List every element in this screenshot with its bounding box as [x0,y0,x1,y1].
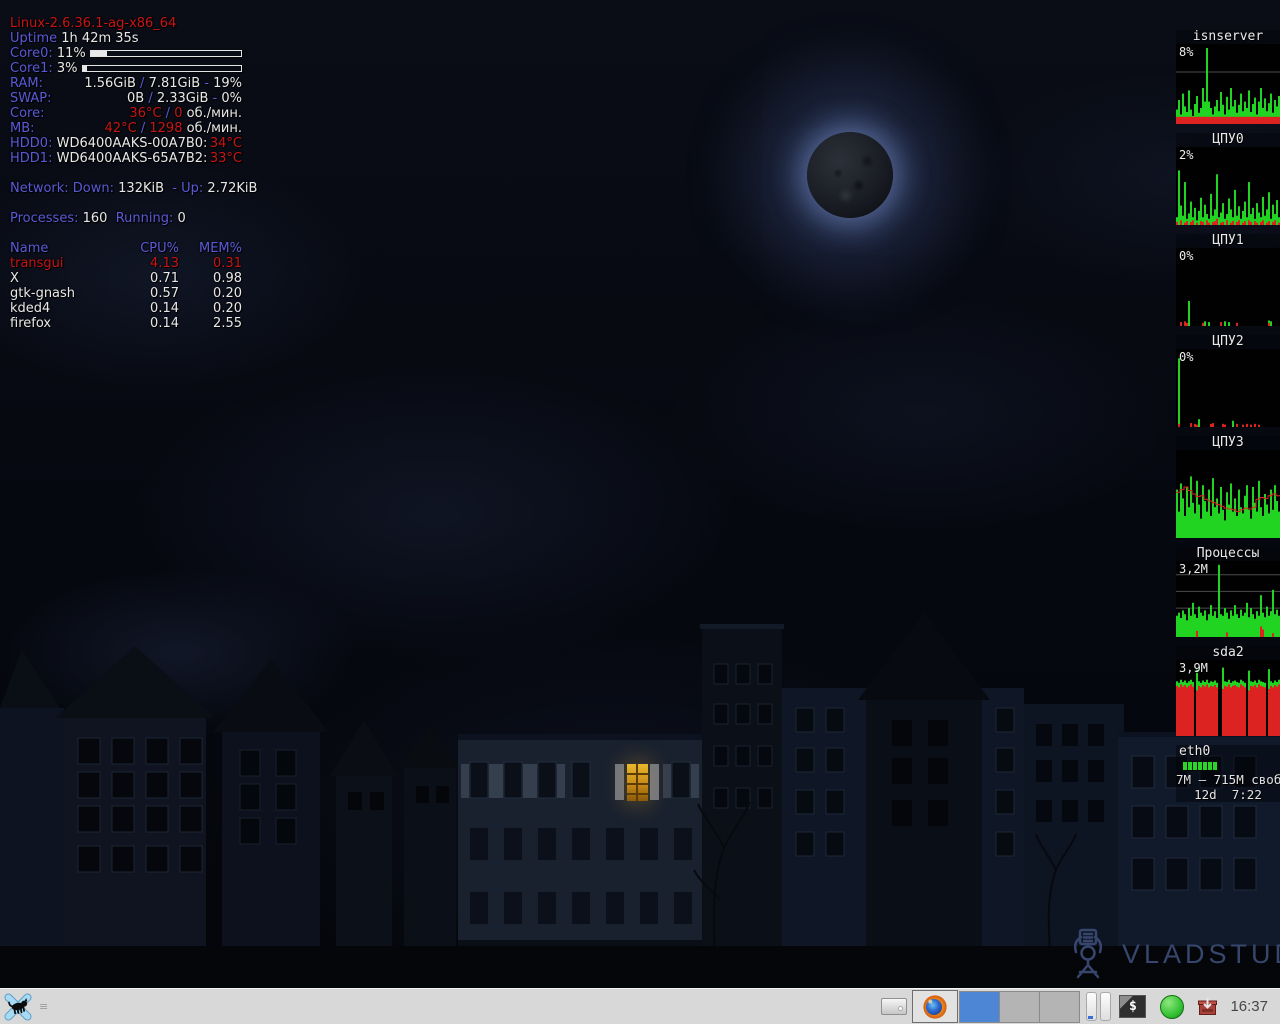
task-button-firefox[interactable] [912,990,958,1023]
x11-beast-icon [4,993,32,1021]
process-row-gtk-gnash: gtk-gnash0.570.20 [10,286,242,301]
chart-graph-cpu2: 0% [1176,349,1280,427]
chart-title-cpu3: ЦПУ3 [1176,436,1280,450]
chart-title-sda2: sda2 [1176,646,1280,660]
core-temp-line: Core:36°C / 0 об./мин. [10,106,242,121]
volume-slider-right[interactable] [1100,992,1111,1021]
chart-label-cpu2: 0% [1179,350,1193,364]
chart-graph-isnserver: 8% [1176,44,1280,124]
package-updater-icon[interactable] [1197,996,1218,1017]
status-indicator-green-icon[interactable] [1160,995,1184,1019]
menu-glyph[interactable]: ≡ [39,1000,48,1013]
workspace-2[interactable] [999,991,1040,1023]
workspace-1[interactable] [959,991,1000,1023]
monitor-chart-sda2: sda23,9M [1176,646,1280,736]
volume-applet[interactable] [1086,992,1111,1021]
network-line: Network: Down: 132KiB - Up: 2.72KiB [10,181,242,196]
chart-label-isnserver: 8% [1179,45,1193,59]
chart-label-processes: 3,2M [1179,562,1208,576]
chart-title-cpu2: ЦПУ2 [1176,335,1280,349]
chart-title-eth0: eth0 [1176,745,1280,759]
core0-usage-bar [90,50,242,57]
gkrellm-monitor-panel: isnserver8%ЦПУ02%ЦПУ10%ЦПУ20%ЦПУ3Процесс… [1176,30,1280,811]
wallpaper-credit: VLADSTUDIO [1066,928,1280,980]
chart-label-sda2: 3,9M [1179,661,1208,675]
workspace-3[interactable] [1039,991,1080,1023]
mb-temp-line: MB:42°C / 1298 об./мин. [10,121,242,136]
chart-graph-cpu1: 0% [1176,248,1280,326]
core1-usage-line: Core1: 3% [10,61,242,76]
firefox-icon [922,994,948,1020]
taskbar: ≡ $ [0,988,1280,1024]
monitor-eth0: eth0 7M – 715M свободн12d 7:22 [1176,745,1280,802]
chart-title-cpu1: ЦПУ1 [1176,234,1280,248]
package-box-icon [1197,996,1218,1017]
uptime-line: Uptime 1h 42m 35s [10,31,242,46]
swap-line: SWAP:0B / 2.33GiB - 0% [10,91,242,106]
process-row-kded4: kded40.140.20 [10,301,242,316]
chart-graph-processes: 3,2M [1176,561,1280,637]
workspace-pager [960,991,1080,1023]
start-menu-button[interactable] [3,992,33,1022]
chart-label-cpu1: 0% [1179,249,1193,263]
removable-drive-icon[interactable] [881,998,907,1015]
wallpaper-credit-text: VLADSTUDIO [1122,939,1280,970]
core1-usage-bar [82,65,242,72]
terminal-tray-icon[interactable]: $ [1119,995,1146,1018]
chart-title-processes: Процессы [1176,547,1280,561]
process-row-firefox: firefox0.142.55 [10,316,242,331]
hdd1-line: HDD1: WD6400AAKS-65A7B2:33°C [10,151,242,166]
monitor-chart-cpu0: ЦПУ02% [1176,133,1280,225]
process-row-transgui: transgui4.130.31 [10,256,242,271]
fs-free-space: 7M – 715M свободн [1176,772,1280,787]
chart-title-isnserver: isnserver [1176,30,1280,44]
monitor-chart-processes: Процессы3,2M [1176,547,1280,637]
desktop: VLADSTUDIO Linux-2.6.36.1-ag-x86_64 Upti… [0,0,1280,988]
core0-usage-line: Core0: 11% [10,46,242,61]
hdd0-line: HDD0: WD6400AAKS-00A7B0:34°C [10,136,242,151]
monitor-chart-cpu1: ЦПУ10% [1176,234,1280,326]
process-row-x: X0.710.98 [10,271,242,286]
chart-graph-cpu3 [1176,450,1280,538]
chart-graph-cpu0: 2% [1176,147,1280,225]
moon [807,132,893,218]
system-uptime: 12d 7:22 [1176,787,1280,802]
chart-title-cpu0: ЦПУ0 [1176,133,1280,147]
processes-line: Processes: 160 Running: 0 [10,211,242,226]
volume-slider-left[interactable] [1086,992,1097,1021]
dollar-prompt-glyph: $ [1129,999,1137,1014]
monitor-chart-isnserver: isnserver8% [1176,30,1280,124]
lit-window [627,764,648,801]
kernel-version: Linux-2.6.36.1-ag-x86_64 [10,16,242,31]
process-table-header: Name CPU% MEM% [10,241,242,256]
eth0-krell-meter [1182,761,1218,771]
ram-line: RAM:1.56GiB / 7.81GiB - 19% [10,76,242,91]
vladstudio-logo-icon [1066,928,1110,980]
system-tray: $ 16:37 [881,990,1274,1023]
chart-graph-sda2: 3,9M [1176,660,1280,736]
monitor-chart-cpu3: ЦПУ3 [1176,436,1280,538]
monitor-chart-cpu2: ЦПУ20% [1176,335,1280,427]
taskbar-clock[interactable]: 16:37 [1230,998,1268,1015]
chart-label-cpu0: 2% [1179,148,1193,162]
conky-system-monitor: Linux-2.6.36.1-ag-x86_64 Uptime 1h 42m 3… [10,16,242,331]
